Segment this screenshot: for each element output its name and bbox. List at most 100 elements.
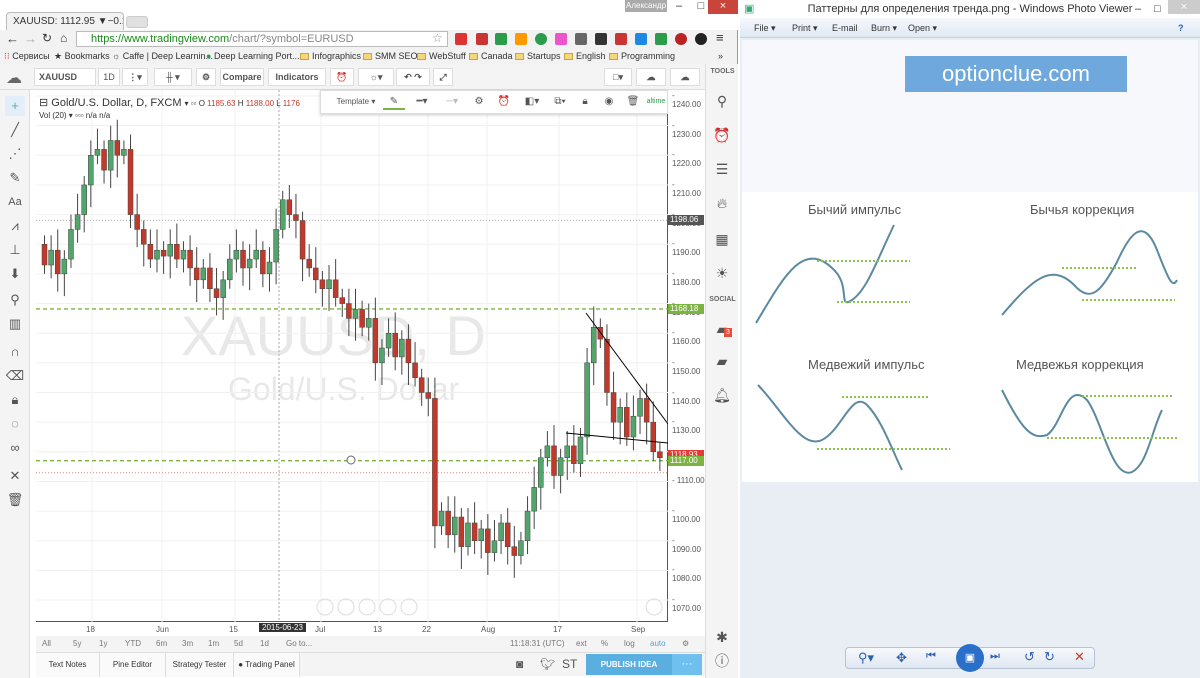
line-handle[interactable] xyxy=(346,455,356,465)
trendline-icon[interactable]: ╱ xyxy=(5,120,25,140)
next-icon[interactable]: ⏭ xyxy=(990,650,1000,663)
template-button[interactable]: Template ▾ xyxy=(333,94,379,110)
tab-trading-panel[interactable]: ● Trading Panel xyxy=(234,653,300,677)
remove-tools-icon[interactable]: ✕ xyxy=(5,466,25,486)
delete-icon[interactable]: ✕ xyxy=(1074,649,1085,665)
bookmark-item[interactable]: ☼ Caffe | Deep Learnin... xyxy=(112,48,213,64)
symbol-input[interactable]: XAUUSD xyxy=(34,68,96,86)
user-profile[interactable]: Александр xyxy=(625,0,667,12)
extension-icon[interactable] xyxy=(575,33,587,45)
cloud-save-icon[interactable]: ☁ xyxy=(670,68,700,86)
layout-button[interactable]: □▾ xyxy=(604,68,632,86)
alert-add-icon[interactable]: ⏰ xyxy=(493,94,515,110)
bug-report-icon[interactable]: ✱ xyxy=(710,624,734,650)
range-button[interactable]: 1y xyxy=(99,636,107,652)
settings-gear-icon[interactable]: ⚙ xyxy=(196,68,216,86)
watchlist-search-icon[interactable]: ⚲ xyxy=(710,88,734,114)
fib-icon[interactable]: ⋰ xyxy=(5,144,25,164)
previous-icon[interactable]: ⏮ xyxy=(926,650,936,663)
lock-icon[interactable]: 🔒︎ xyxy=(5,390,25,410)
prediction-icon[interactable]: ⊥ xyxy=(5,240,25,260)
visual-order-icon[interactable]: ◧▾ xyxy=(519,94,545,110)
chat-icon[interactable]: ▰ 3 xyxy=(710,316,734,342)
measure-icon[interactable]: ▥ xyxy=(5,314,25,334)
home-icon[interactable]: ⌂ xyxy=(60,31,67,45)
extension-icon[interactable] xyxy=(655,33,667,45)
collapse-icon[interactable]: ⊟ xyxy=(39,97,48,109)
eraser-icon[interactable]: ⌫ xyxy=(5,366,25,386)
interval-dropdown[interactable]: ⋮▾ xyxy=(122,68,148,86)
time-axis[interactable]: 18 Jun 15 2015-06-23 Jul 13 22 Aug 17 Sep xyxy=(36,622,668,636)
reset-button[interactable] xyxy=(358,598,376,616)
maximize-icon[interactable]: □ xyxy=(1154,0,1161,18)
scroll-left-button[interactable] xyxy=(316,598,334,616)
hotlist-flame-icon[interactable]: 🔥︎ xyxy=(710,190,734,216)
new-tab-button[interactable] xyxy=(126,16,148,28)
line-width-button[interactable]: ━▾ xyxy=(409,94,435,110)
arrow-down-icon[interactable]: ⬇ xyxy=(5,264,25,284)
extension-icon[interactable] xyxy=(695,33,707,45)
extension-icon[interactable] xyxy=(635,33,647,45)
cloud-load-icon[interactable]: ☁ xyxy=(636,68,666,86)
bookmark-item[interactable]: ⁝⁝ Сервисы xyxy=(4,48,50,64)
compare-button[interactable]: Compare xyxy=(220,68,264,86)
text-tool-icon[interactable]: Aa xyxy=(5,192,25,212)
bookmark-folder[interactable]: SMM SEO xyxy=(363,48,418,64)
private-chat-icon[interactable]: ▰ xyxy=(710,348,734,374)
chart-type-button[interactable]: ╫ ▾ xyxy=(154,68,192,86)
legend-title[interactable]: Gold/U.S. Dollar, D, FXCM xyxy=(51,97,181,109)
utc-clock[interactable]: 11:18:31 (UTC) xyxy=(510,636,565,652)
menu-print[interactable]: Print ▾ xyxy=(792,18,818,38)
range-button[interactable]: 3m xyxy=(182,636,193,652)
bookmark-item[interactable]: ★ Bookmarks xyxy=(54,48,110,64)
range-button[interactable]: 1d xyxy=(260,636,269,652)
rotate-left-icon[interactable]: ↺ xyxy=(1024,649,1035,665)
tab-pine-editor[interactable]: Pine Editor xyxy=(100,653,166,677)
help-icon[interactable]: ? xyxy=(1178,18,1184,38)
alert-add-icon[interactable]: ⏰ xyxy=(330,68,354,86)
crosshair-icon[interactable]: + xyxy=(5,96,25,116)
zoom-icon[interactable]: ⚲▾ xyxy=(858,650,874,666)
range-button[interactable]: 5d xyxy=(234,636,243,652)
alarm-clock-icon[interactable]: ⏰ xyxy=(710,122,734,148)
rss-icon[interactable] xyxy=(515,33,527,45)
minimize-icon[interactable]: – xyxy=(1135,0,1141,18)
brush-icon[interactable]: ✎ xyxy=(5,168,25,188)
trash-icon[interactable]: 🗑︎ xyxy=(5,490,25,510)
undo-redo-button[interactable]: ↶ ↷ xyxy=(396,68,430,86)
bookmark-folder[interactable]: English xyxy=(564,48,606,64)
reload-icon[interactable]: ↻ xyxy=(42,31,52,45)
extension-icon[interactable] xyxy=(535,33,547,45)
color-icon[interactable] xyxy=(555,33,567,45)
range-button[interactable]: 1m xyxy=(208,636,219,652)
gmail-icon[interactable] xyxy=(615,33,627,45)
hide-icon[interactable]: ◉ xyxy=(599,94,619,110)
indicators-button[interactable]: Indicators xyxy=(268,68,326,86)
notifications-bell-icon[interactable]: 🔔︎ xyxy=(710,382,734,408)
pocket-icon[interactable] xyxy=(476,33,488,45)
bookmark-folder[interactable]: Canada xyxy=(469,48,513,64)
rotate-right-icon[interactable]: ↻ xyxy=(1044,649,1055,665)
zoom-out-button[interactable] xyxy=(337,598,355,616)
menu-burn[interactable]: Burn ▾ xyxy=(871,18,897,38)
menu-open[interactable]: Open ▾ xyxy=(908,18,937,38)
star-icon[interactable]: ☆ xyxy=(432,31,443,45)
tab-text-notes[interactable]: Text Notes xyxy=(36,653,100,677)
zoom-icon[interactable]: ⚲ xyxy=(5,290,25,310)
bookmark-folder[interactable]: Startups xyxy=(515,48,561,64)
publish-idea-button[interactable]: PUBLISH IDEA xyxy=(586,654,672,675)
line-color-button[interactable]: ✎ xyxy=(383,94,405,110)
help-icon[interactable]: ⓘ xyxy=(710,648,734,674)
scale-option-auto[interactable]: auto xyxy=(650,636,666,652)
twitter-icon[interactable]: 🐦︎ xyxy=(540,657,555,671)
back-icon[interactable]: ← xyxy=(6,31,19,46)
ideas-bulb-icon[interactable]: ☀ xyxy=(710,260,734,286)
menu-email[interactable]: E-mail xyxy=(832,18,858,38)
link-icon[interactable]: ∞ xyxy=(5,438,25,458)
settings-gear-icon[interactable]: ⚙ xyxy=(469,94,489,110)
interval-select[interactable]: 1D xyxy=(98,68,120,86)
camera-icon[interactable]: ◙ xyxy=(516,657,523,671)
bookmark-item[interactable]: ● Deep Learning Port... xyxy=(206,48,300,64)
bookmark-folder[interactable]: Programming xyxy=(609,48,675,64)
stocktwits-button[interactable]: ST xyxy=(562,657,577,671)
